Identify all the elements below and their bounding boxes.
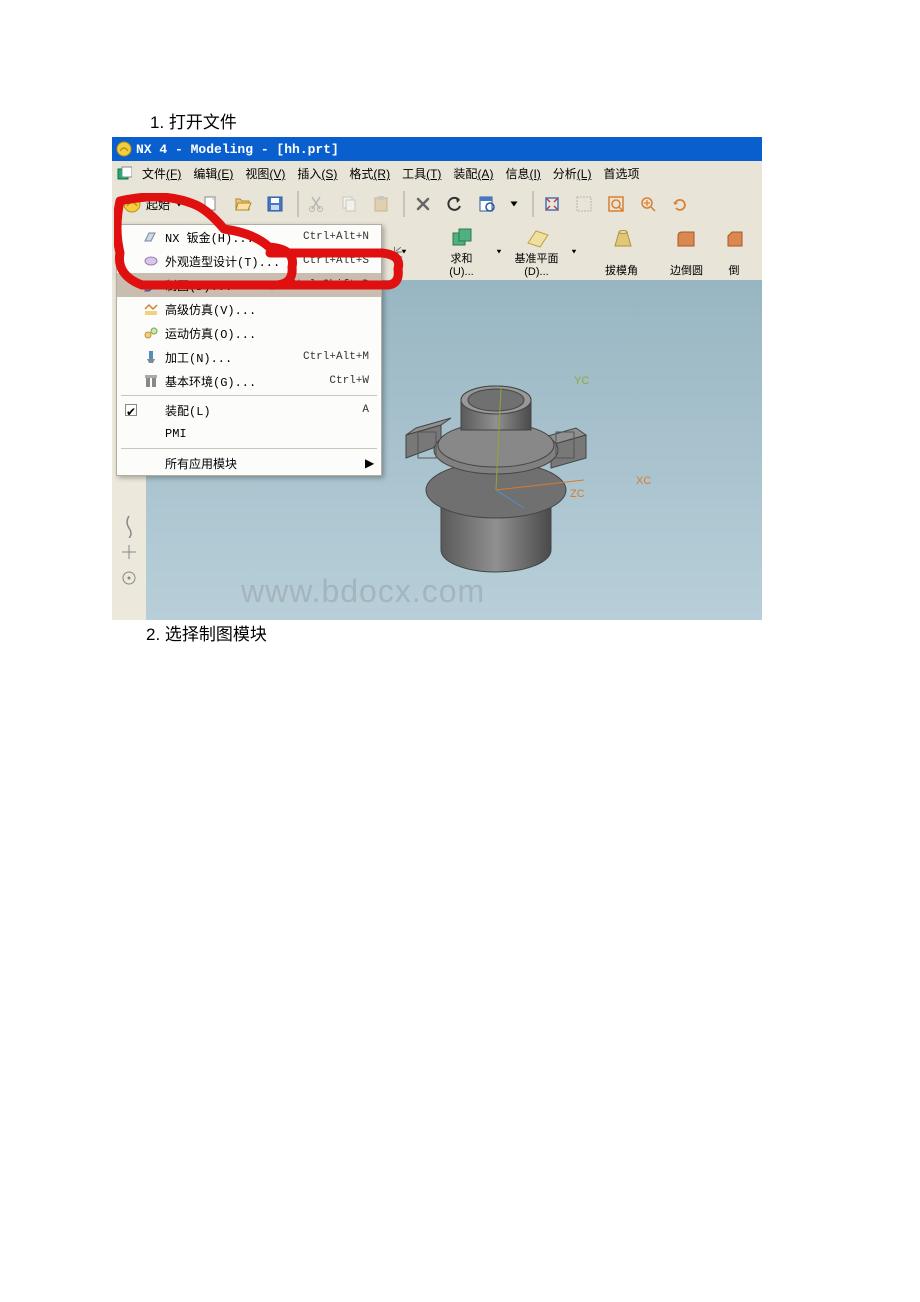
menu-manufacturing[interactable]: 加工(N)... Ctrl+Alt+M bbox=[117, 345, 381, 369]
menu-preferences[interactable]: 首选项 bbox=[597, 162, 645, 185]
sheetmetal-icon bbox=[141, 229, 161, 245]
chamfer-button[interactable]: 倒 bbox=[719, 224, 749, 280]
menu-drafting[interactable]: 制图(D)... Ctrl+Shift+D bbox=[117, 273, 381, 297]
menu-motion-sim[interactable]: 运动仿真(O)... bbox=[117, 321, 381, 345]
edge-blend-icon bbox=[674, 226, 700, 252]
nav-tab-5[interactable] bbox=[117, 566, 141, 590]
new-button[interactable] bbox=[197, 190, 225, 218]
start-dropdown-menu: NX 钣金(H)... Ctrl+Alt+N 外观造型设计(T)... Ctrl… bbox=[116, 224, 382, 476]
rotate-button[interactable] bbox=[666, 190, 694, 218]
draft-icon bbox=[609, 226, 635, 252]
standard-toolbar: 起始 bbox=[112, 186, 762, 222]
sim-icon bbox=[141, 301, 161, 317]
unite-icon bbox=[449, 226, 475, 250]
chevron-down-icon bbox=[175, 201, 182, 208]
delete-button[interactable] bbox=[409, 190, 437, 218]
zoom-button[interactable] bbox=[602, 190, 630, 218]
copy-button[interactable] bbox=[335, 190, 363, 218]
fit-button[interactable] bbox=[538, 190, 566, 218]
title-bar: NX 4 - Modeling - [hh.prt] bbox=[112, 137, 762, 161]
axis-xc-label: XC bbox=[636, 475, 651, 487]
command-finder-button[interactable] bbox=[473, 190, 501, 218]
menu-tools[interactable]: 工具(T) bbox=[396, 162, 447, 185]
paste-button[interactable] bbox=[367, 190, 395, 218]
zoom-in-out-button[interactable] bbox=[634, 190, 662, 218]
menu-gateway[interactable]: 基本环境(G)... Ctrl+W bbox=[117, 369, 381, 393]
app-logo-icon bbox=[116, 141, 132, 157]
watermark: www.bdocx.com bbox=[241, 573, 485, 610]
edge-blend-button[interactable]: 边倒圆 bbox=[654, 224, 719, 280]
nav-tab-3[interactable] bbox=[117, 514, 141, 538]
datum-plane-icon bbox=[524, 226, 550, 250]
draft-button[interactable]: 拔模角 bbox=[589, 224, 654, 280]
nx-app-window: NX 4 - Modeling - [hh.prt] 文件(F) 编辑(E) 视… bbox=[112, 137, 762, 620]
dropdown-arrow[interactable] bbox=[569, 224, 579, 280]
motion-icon bbox=[141, 325, 161, 341]
menu-file[interactable]: 文件(F) bbox=[136, 162, 187, 185]
datum-plane-button[interactable]: 基准平面(D)... bbox=[504, 224, 569, 280]
menu-view[interactable]: 视图(V) bbox=[239, 162, 291, 185]
menu-assembly-toggle[interactable]: ✔ 装配(L) A bbox=[117, 398, 381, 422]
submenu-arrow-icon: ▶ bbox=[365, 456, 375, 470]
check-icon: ✔ bbox=[125, 404, 137, 416]
menu-bar: 文件(F) 编辑(E) 视图(V) 插入(S) 格式(R) 工具(T) 装配(A… bbox=[112, 161, 762, 186]
save-button[interactable] bbox=[261, 190, 289, 218]
gateway-icon bbox=[141, 373, 161, 389]
drafting-icon bbox=[141, 277, 161, 293]
menu-analysis[interactable]: 分析(L) bbox=[547, 162, 598, 185]
dropdown-arrow[interactable] bbox=[494, 224, 504, 280]
menu-assembly[interactable]: 装配(A) bbox=[447, 162, 499, 185]
menu-advanced-sim[interactable]: 高级仿真(V)... bbox=[117, 297, 381, 321]
red-marker-icon bbox=[276, 281, 284, 289]
axis-zc-label: ZC bbox=[570, 488, 585, 500]
step2-caption: 2. 选择制图模块 bbox=[0, 620, 920, 645]
menu-edit[interactable]: 编辑(E) bbox=[187, 162, 239, 185]
start-icon bbox=[122, 194, 142, 214]
undo-button[interactable] bbox=[441, 190, 469, 218]
nav-tab-4[interactable] bbox=[117, 540, 141, 564]
step1-caption: 1. 打开文件 bbox=[0, 0, 920, 137]
menu-all-apps[interactable]: 所有应用模块 ▶ bbox=[117, 451, 381, 475]
menu-sheetmetal[interactable]: NX 钣金(H)... Ctrl+Alt+N bbox=[117, 225, 381, 249]
zoom-area-button[interactable] bbox=[570, 190, 598, 218]
start-button[interactable]: 起始 bbox=[116, 192, 191, 216]
feature-toolbar: NX 钣金(H)... Ctrl+Alt+N 外观造型设计(T)... Ctrl… bbox=[112, 222, 762, 280]
menu-format[interactable]: 格式(R) bbox=[343, 162, 396, 185]
axis-yc-label: YC bbox=[574, 375, 589, 387]
chevron-down-icon[interactable] bbox=[510, 201, 517, 208]
mfg-icon bbox=[141, 349, 161, 365]
model-render bbox=[346, 340, 646, 580]
cut-button[interactable] bbox=[303, 190, 331, 218]
open-button[interactable] bbox=[229, 190, 257, 218]
menu-pmi[interactable]: PMI bbox=[117, 422, 381, 446]
shape-icon bbox=[141, 253, 161, 269]
menu-shape-studio[interactable]: 外观造型设计(T)... Ctrl+Alt+S bbox=[117, 249, 381, 273]
chamfer-icon bbox=[724, 226, 744, 252]
menubar-icon bbox=[114, 165, 134, 183]
dropdown-arrow[interactable] bbox=[399, 224, 409, 280]
unite-button[interactable]: 求和(U)... bbox=[429, 224, 494, 280]
title-bar-text: NX 4 - Modeling - [hh.prt] bbox=[136, 142, 339, 157]
menu-info[interactable]: 信息(I) bbox=[499, 162, 546, 185]
menu-insert[interactable]: 插入(S) bbox=[291, 162, 343, 185]
